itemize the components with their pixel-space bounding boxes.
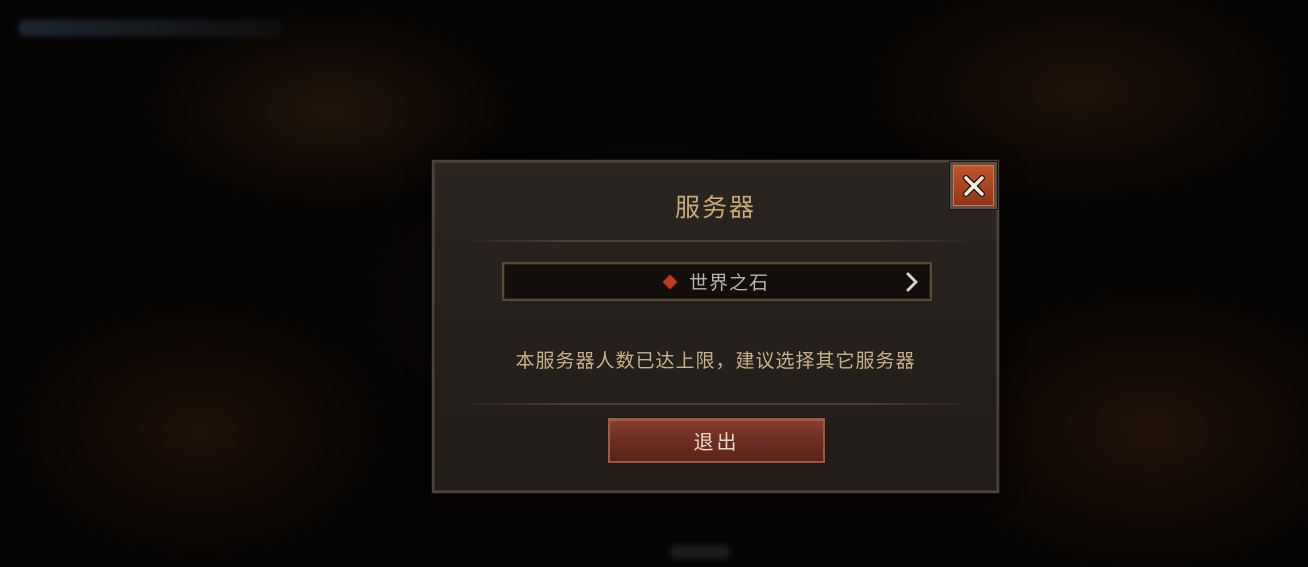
server-selector[interactable]: 世界之石 <box>502 262 932 301</box>
title-divider <box>468 240 965 242</box>
exit-button-label: 退出 <box>693 430 740 454</box>
server-full-message: 本服务器人数已达上限，建议选择其它服务器 <box>515 350 916 372</box>
dialog-title: 服务器 <box>674 193 756 222</box>
close-button[interactable] <box>950 162 997 209</box>
server-name: 世界之石 <box>688 272 769 294</box>
server-dialog: 服务器 世界之石 本服务器人数已达上限，建议选择其它服务器 退出 <box>432 160 999 493</box>
button-divider <box>468 403 965 405</box>
close-icon <box>962 174 985 197</box>
blurred-status-bar <box>18 20 283 36</box>
diamond-icon <box>662 274 678 289</box>
blurred-bottom-element <box>670 545 730 559</box>
exit-button[interactable]: 退出 <box>608 418 825 463</box>
chevron-right-icon <box>906 272 918 292</box>
game-background: 服务器 世界之石 本服务器人数已达上限，建议选择其它服务器 退出 <box>0 0 1308 567</box>
